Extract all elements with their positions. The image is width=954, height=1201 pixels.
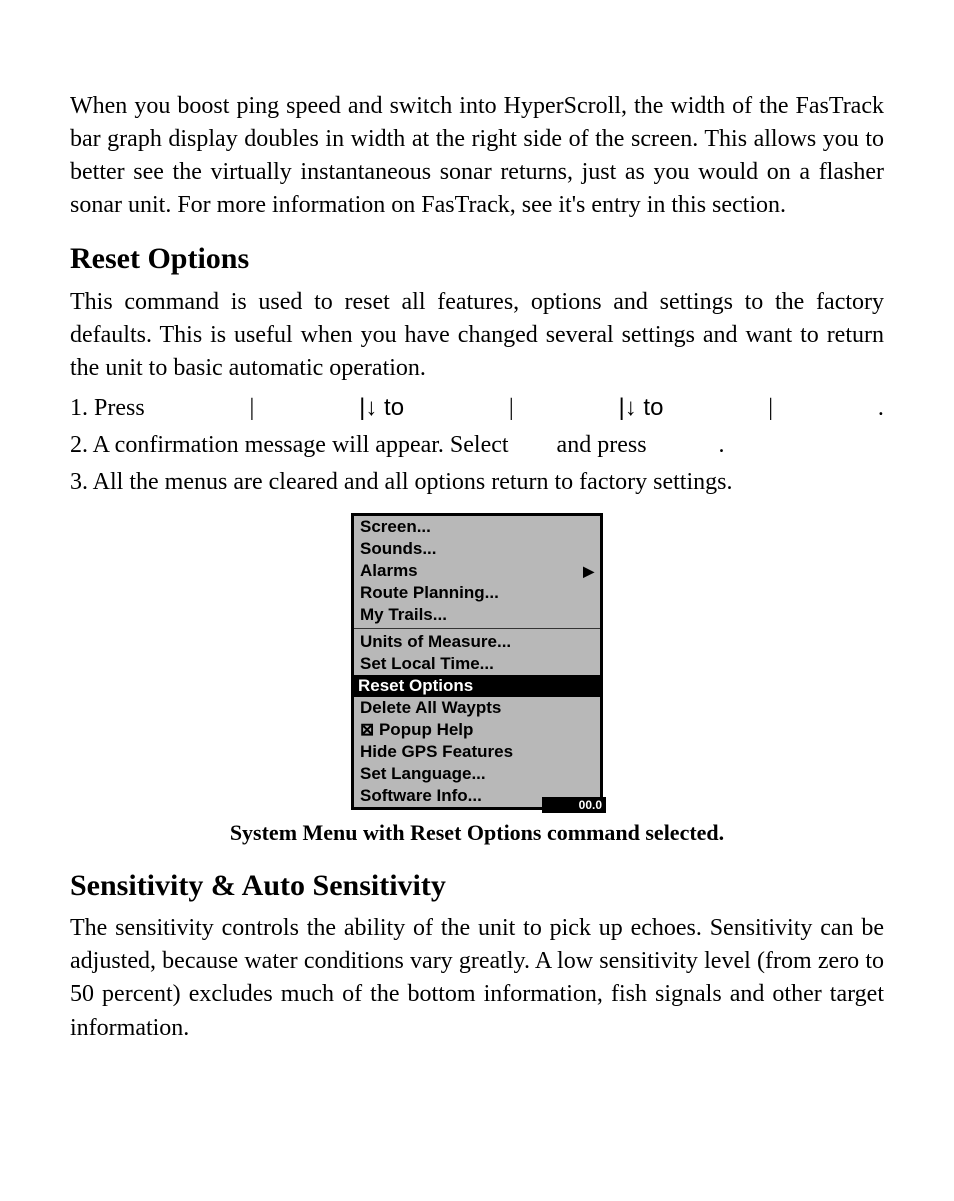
step-1-lead: 1. Press [70, 392, 145, 425]
menu-item-label: Route Planning... [360, 582, 499, 604]
menu-item-my-trails: My Trails... [354, 604, 600, 626]
menu-item-sounds: Sounds... [354, 538, 600, 560]
menu-item-label: Screen... [360, 516, 431, 538]
document-page: When you boost ping speed and switch int… [0, 0, 954, 1201]
menu-item-alarms: Alarms ▶ [354, 560, 600, 582]
sensitivity-paragraph: The sensitivity controls the ability of … [70, 912, 884, 1044]
step-1: 1. Press | |↓ to | |↓ to | . [70, 391, 884, 425]
intro-paragraph: When you boost ping speed and switch int… [70, 90, 884, 222]
menu-item-reset-options: Reset Options [354, 675, 600, 697]
step-1-period: . [878, 392, 884, 425]
figure-caption: System Menu with Reset Options command s… [70, 818, 884, 848]
menu-item-label: Set Local Time... [360, 653, 494, 675]
step-3: 3. All the menus are cleared and all opt… [70, 466, 884, 499]
step-1-bar-1: | [250, 392, 255, 425]
menu-item-hide-gps-features: Hide GPS Features [354, 741, 600, 763]
menu-item-delete-all-waypts: Delete All Waypts [354, 697, 600, 719]
menu-item-route-planning: Route Planning... [354, 582, 600, 604]
step-1-bar-2: | [509, 392, 514, 425]
menu-item-label: Software Info... [360, 785, 482, 807]
step-2: 2. A confirmation message will appear. S… [70, 429, 884, 462]
menu-item-label: Sounds... [360, 538, 437, 560]
menu-item-label: ⊠ Popup Help [360, 719, 473, 741]
menu-item-label: Units of Measure... [360, 631, 511, 653]
heading-sensitivity: Sensitivity & Auto Sensitivity [70, 865, 884, 906]
menu-item-set-language: Set Language... [354, 763, 600, 785]
menu-item-screen: Screen... [354, 516, 600, 538]
menu-item-units-of-measure: Units of Measure... [354, 631, 600, 653]
step-1-mid-2: |↓ to [619, 391, 664, 424]
submenu-arrow-icon: ▶ [583, 560, 594, 582]
menu-item-label: Set Language... [360, 763, 486, 785]
menu-item-label: Hide GPS Features [360, 741, 513, 763]
step-1-mid-1: |↓ to [359, 391, 404, 424]
menu-item-set-local-time: Set Local Time... [354, 653, 600, 675]
menu-item-popup-help: ⊠ Popup Help [354, 719, 600, 741]
reset-options-paragraph: This command is used to reset all featur… [70, 286, 884, 385]
menu-separator [354, 628, 600, 629]
menu-item-label: Alarms [360, 560, 418, 582]
menu-item-label: Delete All Waypts [360, 697, 501, 719]
system-menu: Screen... Sounds... Alarms ▶ Route Plann… [351, 513, 603, 810]
step-1-bar-3: | [768, 392, 773, 425]
menu-bottom-overlay: 00.0 [542, 797, 606, 813]
steps-list: 1. Press | |↓ to | |↓ to | . 2. A confir… [70, 391, 884, 499]
menu-item-label: Reset Options [358, 675, 473, 697]
menu-screenshot: Screen... Sounds... Alarms ▶ Route Plann… [70, 513, 884, 810]
heading-reset-options: Reset Options [70, 238, 884, 279]
menu-item-label: My Trails... [360, 604, 447, 626]
